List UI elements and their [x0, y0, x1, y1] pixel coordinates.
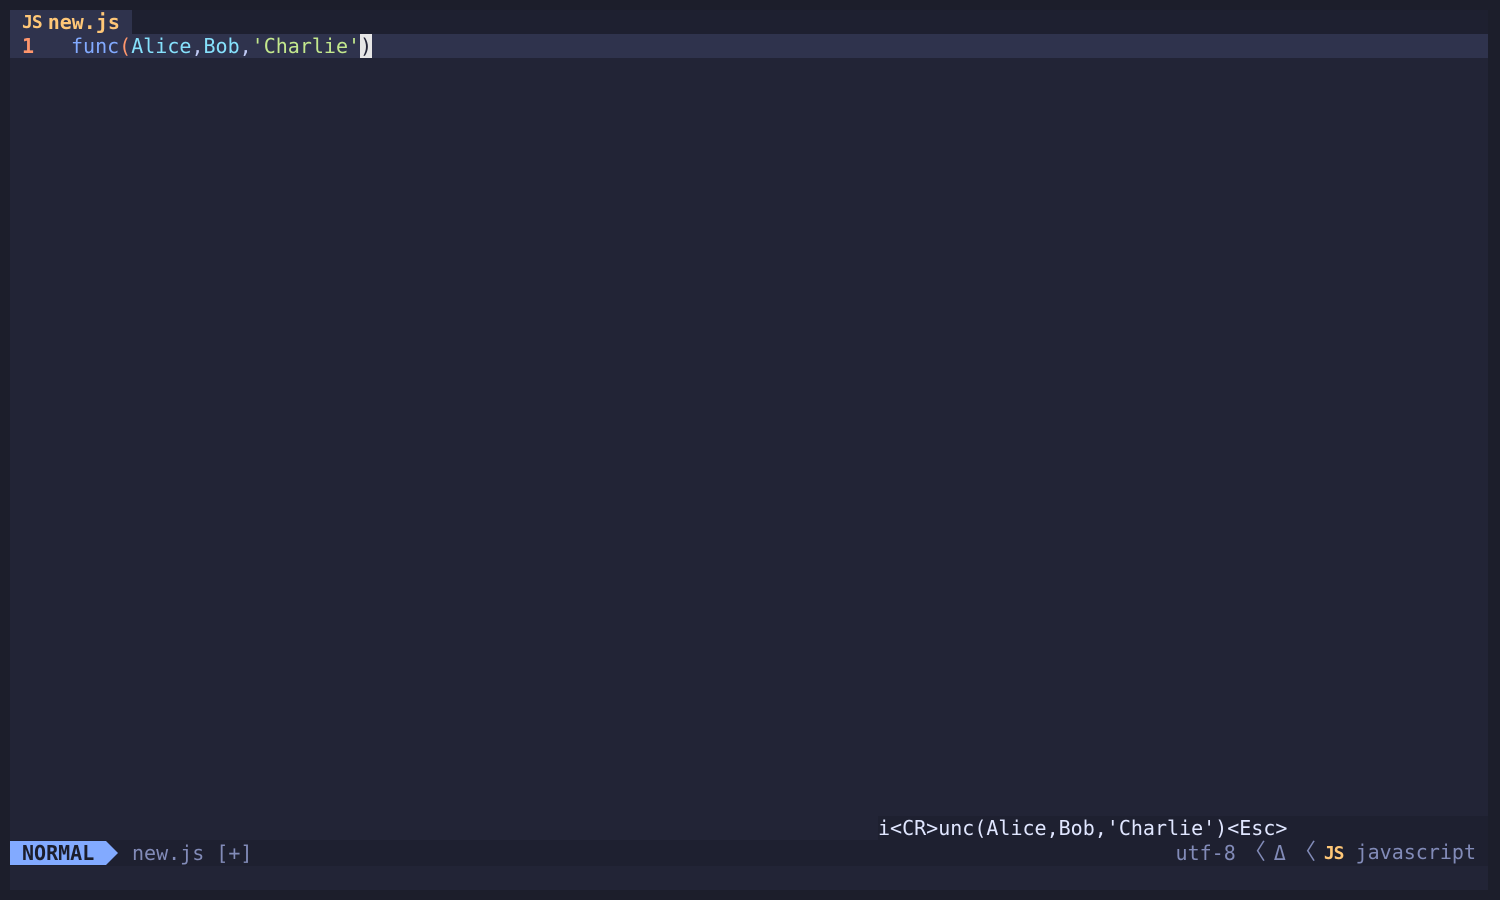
tab-label: new.js	[47, 10, 120, 34]
mode-indicator: NORMAL	[10, 841, 106, 865]
chevron-left-icon: 〈	[1293, 840, 1316, 865]
buffer-tab-new-js[interactable]: JS new.js	[10, 10, 132, 34]
javascript-icon: JS	[22, 11, 43, 33]
token-string-charlie: 'Charlie'	[251, 34, 361, 58]
status-right-section: utf-8 〈 Δ 〈 JS javascript	[1175, 840, 1476, 865]
delta-icon: Δ	[1273, 841, 1286, 865]
token-arg-bob: Bob	[203, 34, 240, 58]
token-arg-alice: Alice	[131, 34, 192, 58]
editor-window: JS new.js 1 func(Alice,Bob,'Charlie') i<…	[10, 10, 1488, 890]
status-filename: new.js [+]	[132, 841, 253, 865]
tabline: JS new.js	[10, 10, 1488, 34]
code-line[interactable]: func(Alice,Bob,'Charlie')	[71, 34, 373, 58]
block-cursor: )	[360, 34, 373, 58]
showcmd-area: i<CR>unc(Alice,Bob,'Charlie')<Esc>	[878, 816, 1488, 840]
file-encoding: utf-8	[1175, 841, 1236, 865]
mode-arrow-separator	[106, 841, 118, 865]
line-number: 1	[22, 34, 35, 58]
token-comma: ,	[239, 34, 252, 58]
javascript-icon: JS	[1323, 843, 1345, 864]
token-open-paren: (	[119, 34, 132, 58]
cursor-line[interactable]: 1 func(Alice,Bob,'Charlie')	[10, 34, 1488, 58]
chevron-left-icon: 〈	[1243, 840, 1266, 865]
token-function: func	[71, 34, 120, 58]
statusline: NORMAL new.js [+] utf-8 〈 Δ 〈 JS javascr…	[10, 840, 1488, 866]
filetype-label: javascript	[1355, 840, 1476, 864]
token-comma: ,	[191, 34, 204, 58]
